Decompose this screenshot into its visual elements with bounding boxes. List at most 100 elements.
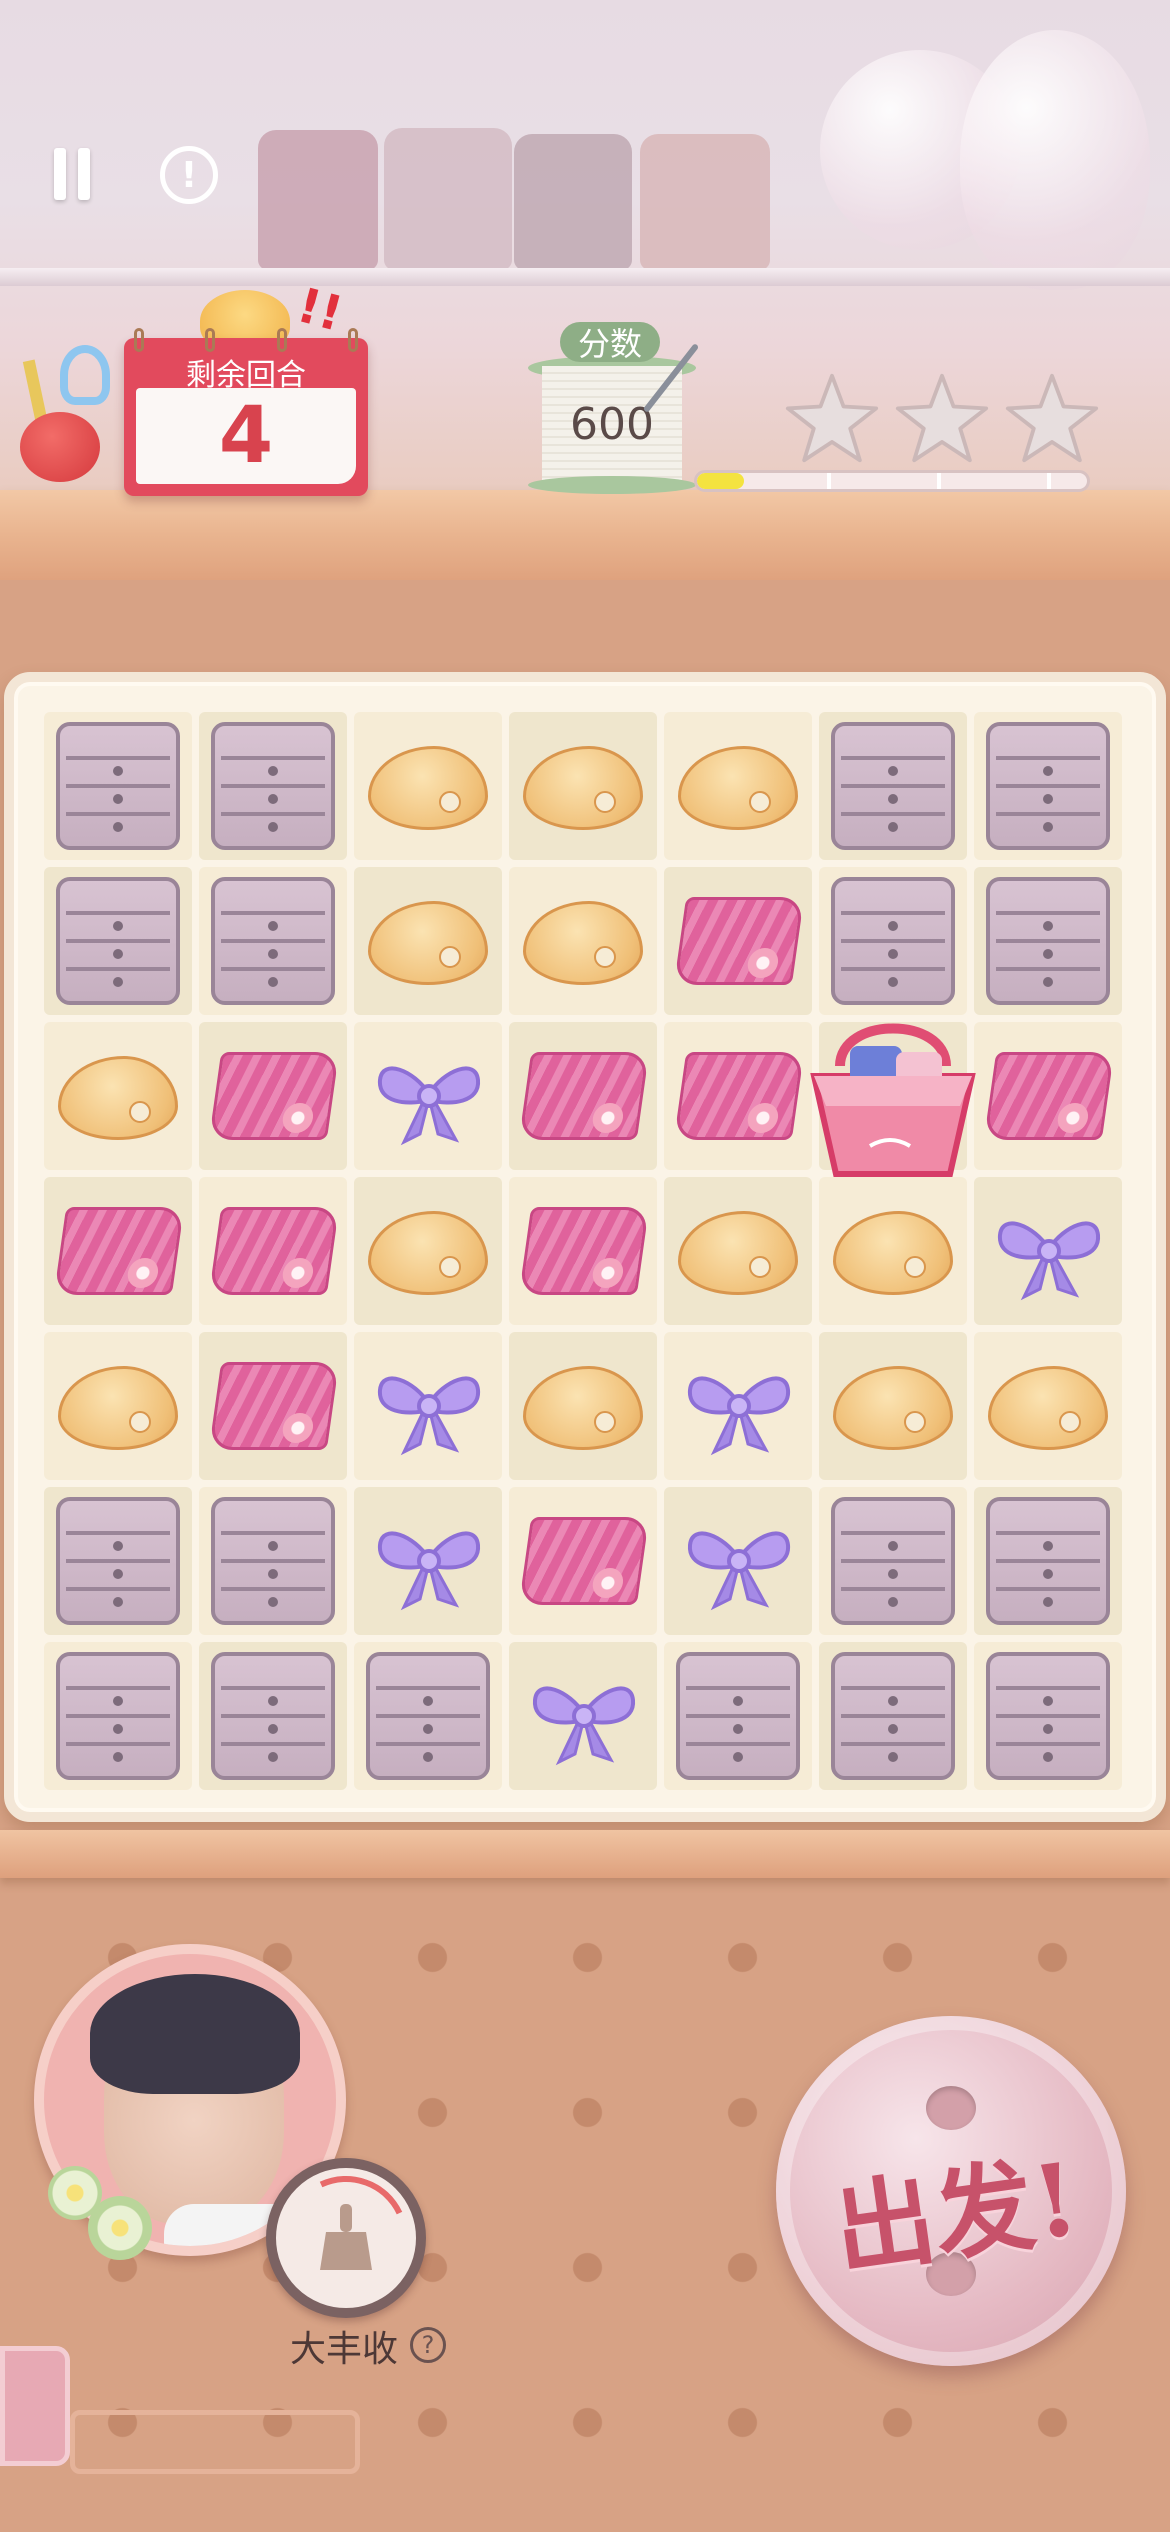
fabric-tile-icon bbox=[208, 1207, 340, 1295]
board-cell[interactable] bbox=[819, 1487, 967, 1635]
progress-tick bbox=[937, 473, 941, 489]
score-progress-bar bbox=[694, 470, 1090, 492]
board-cell[interactable] bbox=[354, 1177, 502, 1325]
board-cell[interactable] bbox=[199, 867, 347, 1015]
board-cell[interactable] bbox=[199, 1022, 347, 1170]
board-cell[interactable] bbox=[199, 1177, 347, 1325]
board-cell[interactable] bbox=[44, 1487, 192, 1635]
bow-tile-icon bbox=[374, 1515, 484, 1611]
board-bottom-ledge bbox=[0, 1830, 1170, 1878]
board-cell[interactable] bbox=[44, 1177, 192, 1325]
decor-jar bbox=[640, 134, 770, 270]
avatar-hair bbox=[90, 1974, 300, 2094]
bow-tile-icon bbox=[684, 1360, 794, 1456]
palette-tile-icon bbox=[523, 1366, 643, 1450]
board-cell[interactable] bbox=[974, 1332, 1122, 1480]
board-cell[interactable] bbox=[974, 1487, 1122, 1635]
board-cell[interactable] bbox=[819, 867, 967, 1015]
board-cell[interactable] bbox=[509, 1022, 657, 1170]
board-cell[interactable] bbox=[974, 867, 1122, 1015]
shelf bbox=[0, 268, 1170, 286]
fabric-tile-icon bbox=[518, 1517, 650, 1605]
board-cell[interactable] bbox=[509, 867, 657, 1015]
board-cell[interactable] bbox=[199, 1332, 347, 1480]
skill-help-icon[interactable]: ? bbox=[410, 2327, 446, 2363]
star-icon bbox=[1004, 370, 1100, 466]
board-cell[interactable] bbox=[354, 1487, 502, 1635]
board-cell[interactable] bbox=[199, 1487, 347, 1635]
board-cell[interactable] bbox=[819, 1642, 967, 1790]
fabric-tile-icon bbox=[983, 1052, 1115, 1140]
board-cell[interactable] bbox=[354, 712, 502, 860]
board-cell[interactable] bbox=[354, 1642, 502, 1790]
palette-tile-icon bbox=[523, 901, 643, 985]
basket-special-tile-icon[interactable] bbox=[800, 1006, 986, 1190]
fabric-tile-icon bbox=[53, 1207, 185, 1295]
board-cell[interactable] bbox=[664, 1642, 812, 1790]
skill-button[interactable] bbox=[266, 2158, 426, 2318]
drawer-tile-icon bbox=[986, 1652, 1110, 1780]
palette-tile-icon bbox=[368, 901, 488, 985]
board-cell[interactable] bbox=[974, 1642, 1122, 1790]
fabric-tile-icon bbox=[518, 1052, 650, 1140]
drawer-tile-icon bbox=[56, 877, 180, 1005]
decor-bubble bbox=[960, 30, 1150, 290]
go-button[interactable]: 出发! bbox=[776, 2016, 1126, 2366]
star-icon bbox=[894, 370, 990, 466]
board-cell[interactable] bbox=[664, 1022, 812, 1170]
star-icon bbox=[784, 370, 880, 466]
board-cell[interactable] bbox=[974, 712, 1122, 860]
drawer-tile-icon bbox=[831, 722, 955, 850]
drawer-tile-icon bbox=[211, 877, 335, 1005]
drawer-tile-icon bbox=[211, 1652, 335, 1780]
board-cell[interactable] bbox=[664, 867, 812, 1015]
board-cell[interactable] bbox=[509, 1487, 657, 1635]
board-cell[interactable] bbox=[199, 1642, 347, 1790]
score-value: 600 bbox=[542, 366, 682, 482]
board-cell[interactable] bbox=[44, 1332, 192, 1480]
board-cell[interactable] bbox=[819, 1177, 967, 1325]
board-cell[interactable] bbox=[44, 1642, 192, 1790]
board-cell[interactable] bbox=[819, 712, 967, 860]
palette-tile-icon bbox=[678, 746, 798, 830]
skill-name: 大丰收 bbox=[290, 2329, 399, 2370]
bow-tile-icon bbox=[684, 1515, 794, 1611]
board-cell[interactable] bbox=[664, 1332, 812, 1480]
pause-button[interactable] bbox=[54, 148, 98, 200]
board-cell[interactable] bbox=[509, 712, 657, 860]
board-cell[interactable] bbox=[509, 1177, 657, 1325]
palette-tile-icon bbox=[368, 746, 488, 830]
fabric-tile-icon bbox=[673, 1052, 805, 1140]
info-button[interactable]: ! bbox=[160, 146, 218, 204]
decor-jar bbox=[258, 130, 378, 270]
drawer-tile-icon bbox=[986, 1497, 1110, 1625]
board-cell[interactable] bbox=[509, 1332, 657, 1480]
palette-tile-icon bbox=[58, 1366, 178, 1450]
palette-tile-icon bbox=[833, 1366, 953, 1450]
scissors-decor bbox=[60, 345, 110, 405]
board-cell[interactable] bbox=[44, 867, 192, 1015]
board-cell[interactable] bbox=[664, 1487, 812, 1635]
board-cell[interactable] bbox=[44, 712, 192, 860]
board-cell[interactable] bbox=[509, 1642, 657, 1790]
board-cell[interactable] bbox=[199, 712, 347, 860]
ruler-decor bbox=[70, 2410, 360, 2474]
bow-tile-icon bbox=[374, 1050, 484, 1146]
game-board bbox=[4, 672, 1166, 1822]
board-cell[interactable] bbox=[974, 1022, 1122, 1170]
bow-tile-icon bbox=[374, 1360, 484, 1456]
board-cell[interactable] bbox=[819, 1332, 967, 1480]
board-cell[interactable] bbox=[974, 1177, 1122, 1325]
pause-icon bbox=[54, 148, 66, 200]
board-cell[interactable] bbox=[354, 867, 502, 1015]
board-cell[interactable] bbox=[44, 1022, 192, 1170]
decor-jar bbox=[384, 128, 512, 270]
board-cell[interactable] bbox=[354, 1332, 502, 1480]
board-cell[interactable] bbox=[664, 712, 812, 860]
board-cell[interactable] bbox=[354, 1022, 502, 1170]
board-cell[interactable] bbox=[664, 1177, 812, 1325]
drawer-tile-icon bbox=[211, 722, 335, 850]
broom-icon bbox=[316, 2202, 376, 2274]
drawer-tile-icon bbox=[831, 877, 955, 1005]
palette-tile-icon bbox=[368, 1211, 488, 1295]
